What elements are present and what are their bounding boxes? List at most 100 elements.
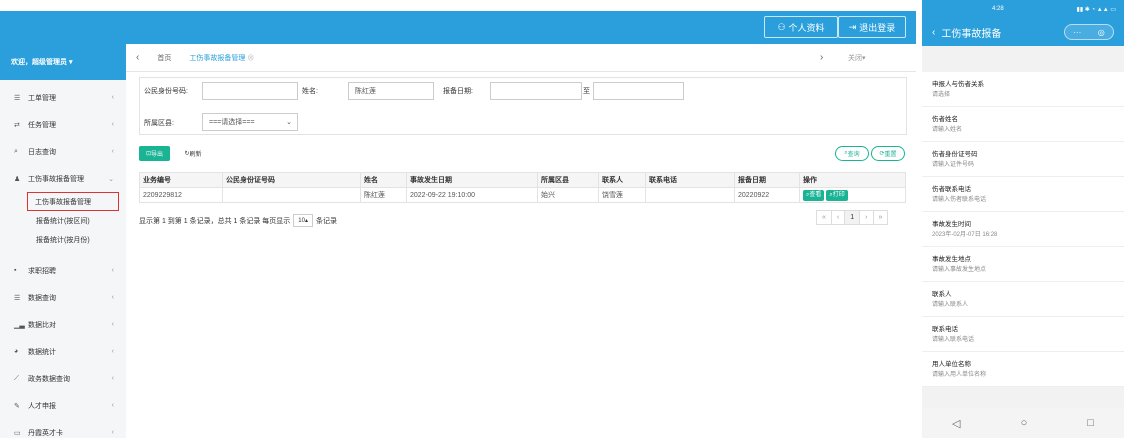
capsule-menu[interactable]: ··· ◎ bbox=[1064, 24, 1114, 40]
profile-button[interactable]: ⚇ 个人资料 bbox=[764, 16, 838, 38]
cell-actions: ⌕查看 ⌕打印 bbox=[799, 187, 906, 203]
tab-home[interactable]: 首页 bbox=[157, 53, 171, 63]
page-size-select[interactable]: 10▴ bbox=[293, 214, 313, 227]
date-sep: 至 bbox=[583, 88, 590, 95]
date-start-input[interactable] bbox=[490, 82, 582, 100]
tab-current[interactable]: 工伤事故报备管理 ⊗ bbox=[189, 53, 254, 63]
sidebar-item-label: 日志查询 bbox=[28, 148, 56, 156]
field-label: 伤者联系电话 bbox=[932, 186, 971, 193]
pager: « ‹ 1 › » bbox=[816, 210, 889, 225]
sidebar-item-logs[interactable]: ⌕ 日志查询 ‹ bbox=[0, 138, 126, 165]
name-input[interactable]: 陈红莲 bbox=[348, 82, 434, 100]
col-header: 联系人 bbox=[598, 172, 646, 188]
sidebar-item-gov-data[interactable]: ⟋ 政务数据查询 ‹ bbox=[0, 365, 126, 392]
sidebar-subitem-stats-month[interactable]: 报备统计(按月份) bbox=[0, 230, 126, 249]
field-label: 事故发生时间 bbox=[932, 221, 971, 228]
next-page-icon[interactable]: › bbox=[859, 211, 872, 224]
form-field-employer[interactable]: 用人单位名称请输入用人单位名称 bbox=[922, 352, 1124, 387]
form-field-relation[interactable]: 申报人与伤者关系 请选择 bbox=[922, 72, 1124, 107]
reset-button[interactable]: ⟳ 重置 bbox=[871, 146, 905, 161]
back-icon[interactable]: ‹ bbox=[932, 27, 935, 38]
sidebar-subitem-injury-report-mgmt[interactable]: 工伤事故报备管理 bbox=[27, 192, 119, 211]
tab-close-menu[interactable]: 关闭▾ bbox=[848, 53, 866, 63]
prev-page-icon[interactable]: ‹ bbox=[830, 211, 844, 224]
export-button[interactable]: ⊡ 导出 bbox=[139, 146, 170, 161]
form-field-idcard[interactable]: 伤者身份证号码 请输入证件号码 bbox=[922, 142, 1124, 177]
sidebar-subitem-label: 报备统计(按月份) bbox=[36, 236, 90, 244]
sidebar-item-tasks[interactable]: ⇄ 任务管理 ‹ bbox=[0, 111, 126, 138]
print-label: 打印 bbox=[832, 191, 845, 198]
bell-icon: ♟ bbox=[14, 175, 21, 183]
nav-back-icon[interactable]: ◁ bbox=[952, 417, 960, 430]
target-icon[interactable]: ◎ bbox=[1098, 28, 1105, 37]
view-button[interactable]: ⌕查看 bbox=[803, 189, 825, 201]
user-icon: ⚇ bbox=[777, 21, 786, 32]
chevron-left-icon: ‹ bbox=[111, 121, 114, 128]
mobile-title: 工伤事故报备 bbox=[941, 28, 1002, 40]
welcome-menu[interactable]: 欢迎，超级管理员 ▾ bbox=[0, 44, 126, 80]
sidebar-subitem-stats-range[interactable]: 报备统计(按区间) bbox=[0, 211, 126, 230]
more-icon[interactable]: ··· bbox=[1073, 28, 1081, 37]
last-page-icon[interactable]: » bbox=[872, 211, 888, 224]
sidebar-item-talent[interactable]: ✎ 人才申报 ‹ bbox=[0, 392, 126, 419]
pagination-suffix: 条记录 bbox=[316, 217, 337, 225]
sidebar-item-jobs[interactable]: ▪ 求职招聘 ‹ bbox=[0, 257, 126, 284]
field-label: 申报人与伤者关系 bbox=[932, 81, 984, 88]
form-field-contact[interactable]: 联系人 请输入联系人 bbox=[922, 282, 1124, 317]
export-label: 导出 bbox=[151, 152, 164, 158]
field-label: 伤者身份证号码 bbox=[932, 151, 978, 158]
close-icon[interactable]: ⊗ bbox=[247, 55, 254, 62]
cell-date: 2022-09-22 19:10:00 bbox=[406, 187, 538, 203]
field-value: 请输入用人单位名称 bbox=[932, 372, 987, 378]
android-nav-bar: ◁ ○ □ bbox=[922, 408, 1124, 438]
page-current[interactable]: 1 bbox=[844, 211, 860, 224]
sidebar-item-work-orders[interactable]: ☰ 工单管理 ‹ bbox=[0, 84, 126, 111]
cell-id: 2209229812 bbox=[139, 187, 223, 203]
tab-scroll-left-icon[interactable]: ‹ bbox=[136, 52, 139, 63]
sidebar-item-data-stats[interactable]: ◕ 数据统计 ‹ bbox=[0, 338, 126, 365]
mobile-spacer bbox=[922, 46, 1124, 72]
form-field-time[interactable]: 事故发生时间 2023年-02月-07日 16:28 bbox=[922, 212, 1124, 247]
col-header: 公民身份证号码 bbox=[222, 172, 361, 188]
district-value: ===请选择=== bbox=[209, 119, 255, 126]
form-field-name[interactable]: 伤者姓名 请输入姓名 bbox=[922, 107, 1124, 142]
nav-home-icon[interactable]: ○ bbox=[1021, 417, 1028, 429]
form-field-contact-phone[interactable]: 联系电话 请输入联系电话 bbox=[922, 317, 1124, 352]
sidebar-item-talent-card[interactable]: ▭ 丹霞英才卡 ‹ bbox=[0, 419, 126, 446]
swap-icon: ⇄ bbox=[14, 121, 20, 129]
sidebar-item-injury-reports[interactable]: ♟ 工伤事故报备管理 ⌄ bbox=[0, 165, 126, 192]
name-label: 姓名: bbox=[302, 88, 318, 95]
logout-button[interactable]: ⇥ 退出登录 bbox=[838, 16, 906, 38]
bar-chart-icon: ▁▃ bbox=[14, 321, 25, 329]
cell-contact: 饶雪莲 bbox=[598, 187, 646, 203]
col-header: 报备日期 bbox=[734, 172, 800, 188]
cell-report-date: 20220922 bbox=[734, 187, 800, 203]
date-end-input[interactable] bbox=[593, 82, 684, 100]
caret-down-icon: ▾ bbox=[69, 59, 73, 66]
pie-chart-icon: ◕ bbox=[14, 348, 19, 355]
tab-scroll-right-icon[interactable]: › bbox=[820, 52, 823, 63]
logout-label: 退出登录 bbox=[859, 22, 896, 33]
query-button[interactable]: ⌕ 查询 bbox=[835, 146, 869, 161]
print-button[interactable]: ⌕打印 bbox=[826, 189, 848, 201]
chevron-down-icon: ⌄ bbox=[108, 175, 114, 183]
welcome-text: 欢迎，超级管理员 bbox=[11, 59, 67, 66]
logout-icon: ⇥ bbox=[848, 21, 857, 32]
sidebar-item-label: 数据查询 bbox=[28, 294, 56, 302]
form-field-phone[interactable]: 伤者联系电话 请输入伤者联系电话 bbox=[922, 177, 1124, 212]
sidebar-item-label: 工单管理 bbox=[28, 94, 56, 102]
form-field-location[interactable]: 事故发生地点 请输入事故发生地点 bbox=[922, 247, 1124, 282]
refresh-button[interactable]: ↻ 刷新 bbox=[178, 146, 208, 161]
chevron-left-icon: ‹ bbox=[111, 321, 114, 328]
chevron-left-icon: ‹ bbox=[111, 94, 114, 101]
sidebar-item-data-compare[interactable]: ▁▃ 数据比对 ‹ bbox=[0, 311, 126, 338]
nav-recents-icon[interactable]: □ bbox=[1087, 417, 1094, 429]
status-bar: 4:28 ▮▮ ✱ ◔ ▲▲ ▭ bbox=[922, 0, 1124, 18]
id-input[interactable] bbox=[202, 82, 298, 100]
district-select[interactable]: ===请选择=== ⌄ bbox=[202, 113, 298, 131]
field-label: 用人单位名称 bbox=[932, 361, 971, 368]
sidebar-item-data-query[interactable]: ☰ 数据查询 ‹ bbox=[0, 284, 126, 311]
first-page-icon[interactable]: « bbox=[817, 211, 831, 224]
sidebar-item-label: 求职招聘 bbox=[28, 267, 56, 275]
chevron-left-icon: ‹ bbox=[111, 375, 114, 382]
